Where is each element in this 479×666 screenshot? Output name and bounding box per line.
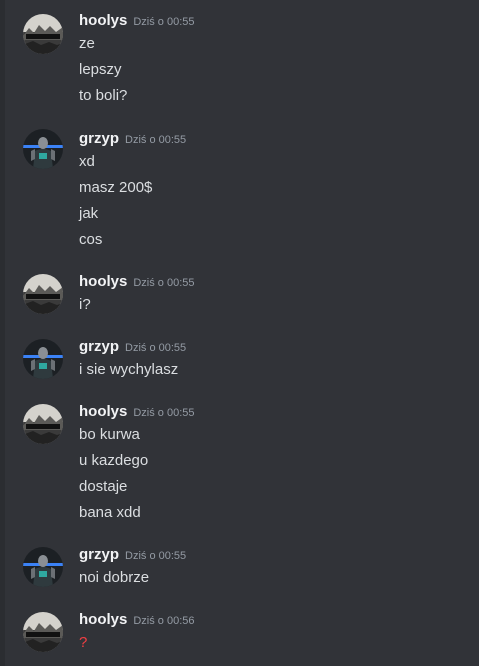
channel-sidebar-edge bbox=[0, 0, 5, 666]
message-text: dostaje bbox=[79, 478, 128, 495]
timestamp[interactable]: Dziś o 00:55 bbox=[125, 550, 186, 562]
message-text: xd bbox=[79, 153, 95, 170]
message-text: cos bbox=[79, 231, 103, 248]
avatar-grzyp[interactable] bbox=[23, 547, 63, 587]
message-header: grzyp Dziś o 00:55 bbox=[79, 338, 186, 358]
timestamp[interactable]: Dziś o 00:56 bbox=[133, 615, 194, 627]
timestamp[interactable]: Dziś o 00:55 bbox=[133, 277, 194, 289]
chat-message-list: hoolys Dziś o 00:55 ze lepszy to boli? gr… bbox=[0, 0, 479, 666]
message-text: u kazdego bbox=[79, 452, 149, 469]
message-header: hoolys Dziś o 00:55 bbox=[79, 273, 195, 293]
message-text: to boli? bbox=[79, 87, 128, 104]
message-header: hoolys Dziś o 00:55 bbox=[79, 403, 195, 423]
avatar-grzyp[interactable] bbox=[23, 339, 63, 379]
username[interactable]: hoolys bbox=[79, 12, 127, 29]
timestamp[interactable]: Dziś o 00:55 bbox=[125, 342, 186, 354]
rocky-landscape-icon bbox=[23, 612, 63, 652]
message-text: ze bbox=[79, 35, 95, 52]
message-header: hoolys Dziś o 00:56 bbox=[79, 611, 195, 631]
timestamp[interactable]: Dziś o 00:55 bbox=[125, 134, 186, 146]
username[interactable]: grzyp bbox=[79, 338, 119, 355]
message-header: grzyp Dziś o 00:55 bbox=[79, 546, 186, 566]
avatar-hoolys[interactable] bbox=[23, 612, 63, 652]
message-text: i? bbox=[79, 296, 91, 313]
timestamp[interactable]: Dziś o 00:55 bbox=[133, 407, 194, 419]
username[interactable]: hoolys bbox=[79, 611, 127, 628]
message-text: masz 200$ bbox=[79, 179, 153, 196]
username[interactable]: hoolys bbox=[79, 403, 127, 420]
username[interactable]: grzyp bbox=[79, 130, 119, 147]
message-text: lepszy bbox=[79, 61, 122, 78]
message-text: bana xdd bbox=[79, 504, 141, 521]
rocky-landscape-icon bbox=[23, 14, 63, 54]
message-text: jak bbox=[79, 205, 99, 222]
message-text: i sie wychylasz bbox=[79, 361, 179, 378]
message-text: bo kurwa bbox=[79, 426, 140, 443]
username[interactable]: grzyp bbox=[79, 546, 119, 563]
avatar-grzyp[interactable] bbox=[23, 129, 63, 169]
username[interactable]: hoolys bbox=[79, 273, 127, 290]
timestamp[interactable]: Dziś o 00:55 bbox=[133, 16, 194, 28]
rocky-landscape-icon bbox=[23, 404, 63, 444]
person-photo-icon bbox=[23, 129, 63, 169]
message-header: hoolys Dziś o 00:55 bbox=[79, 12, 195, 32]
avatar-hoolys[interactable] bbox=[23, 274, 63, 314]
avatar-hoolys[interactable] bbox=[23, 14, 63, 54]
person-photo-icon bbox=[23, 547, 63, 587]
message-header: grzyp Dziś o 00:55 bbox=[79, 130, 186, 150]
avatar-hoolys[interactable] bbox=[23, 404, 63, 444]
message-text: ? bbox=[79, 634, 88, 651]
message-text: noi dobrze bbox=[79, 569, 150, 586]
rocky-landscape-icon bbox=[23, 274, 63, 314]
person-photo-icon bbox=[23, 339, 63, 379]
